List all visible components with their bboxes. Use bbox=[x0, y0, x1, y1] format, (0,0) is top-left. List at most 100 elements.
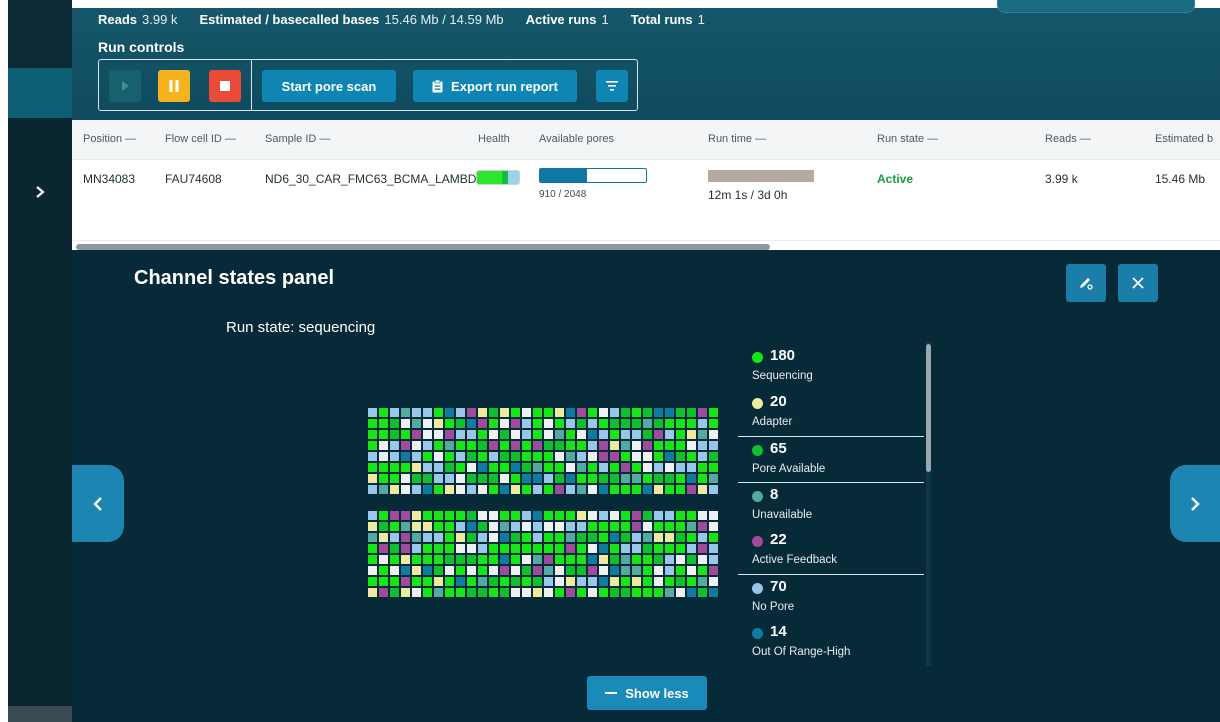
edit-button[interactable] bbox=[1066, 264, 1106, 302]
channel-cell bbox=[676, 511, 685, 520]
channel-grid-top bbox=[368, 408, 720, 501]
filter-button[interactable] bbox=[596, 70, 628, 102]
channel-cell bbox=[412, 522, 421, 531]
channel-cell bbox=[632, 588, 641, 597]
channel-cell bbox=[577, 441, 586, 450]
channel-cell bbox=[566, 511, 575, 520]
channel-cell bbox=[544, 566, 553, 575]
channel-cell bbox=[467, 452, 476, 461]
channel-cell bbox=[687, 408, 696, 417]
close-icon bbox=[1132, 277, 1144, 289]
channel-cell bbox=[511, 474, 520, 483]
channel-cell bbox=[687, 588, 696, 597]
close-button[interactable] bbox=[1118, 264, 1158, 302]
channel-cell bbox=[577, 485, 586, 494]
channel-cell bbox=[643, 577, 652, 586]
channel-cell bbox=[654, 522, 663, 531]
channel-cell bbox=[599, 544, 608, 553]
status-dot-icon bbox=[752, 445, 763, 456]
sidebar-expand-button[interactable] bbox=[26, 178, 54, 206]
sidebar-item-active[interactable] bbox=[8, 68, 72, 118]
channel-cell bbox=[423, 577, 432, 586]
channel-cell bbox=[489, 408, 498, 417]
column-header-run-state[interactable]: Run state — bbox=[877, 133, 938, 145]
chevron-left-icon bbox=[93, 496, 102, 511]
channel-cell bbox=[445, 485, 454, 494]
channel-cell bbox=[445, 577, 454, 586]
export-run-report-button[interactable]: Export run report bbox=[413, 70, 577, 102]
next-button[interactable] bbox=[1170, 465, 1220, 542]
channel-cell bbox=[456, 577, 465, 586]
channel-cell bbox=[632, 544, 641, 553]
channel-cell bbox=[434, 555, 443, 564]
channel-cell bbox=[544, 463, 553, 472]
channel-cell bbox=[643, 485, 652, 494]
channel-cell bbox=[445, 555, 454, 564]
channel-cell bbox=[434, 419, 443, 428]
channel-cell bbox=[709, 408, 718, 417]
channel-cell bbox=[533, 419, 542, 428]
channel-cell bbox=[511, 533, 520, 542]
column-header-estimated[interactable]: Estimated b bbox=[1155, 133, 1213, 145]
header-corner-button[interactable] bbox=[997, 0, 1195, 13]
channel-cell bbox=[533, 577, 542, 586]
channel-cell bbox=[456, 408, 465, 417]
channel-cell bbox=[654, 463, 663, 472]
channel-cell bbox=[566, 452, 575, 461]
channel-cell bbox=[643, 555, 652, 564]
channel-cell bbox=[489, 555, 498, 564]
start-pore-scan-button[interactable]: Start pore scan bbox=[262, 70, 396, 102]
show-less-button[interactable]: Show less bbox=[587, 676, 707, 710]
sidebar-section-main bbox=[8, 118, 72, 706]
channel-cell bbox=[379, 566, 388, 575]
previous-button[interactable] bbox=[72, 465, 124, 542]
channel-cell bbox=[423, 533, 432, 542]
channel-cell bbox=[401, 452, 410, 461]
channel-cell bbox=[588, 555, 597, 564]
channel-cell bbox=[588, 452, 597, 461]
legend-scrollbar[interactable] bbox=[926, 342, 931, 666]
channel-cell bbox=[599, 408, 608, 417]
channel-cell bbox=[401, 485, 410, 494]
column-header-run-time[interactable]: Run time — bbox=[708, 133, 766, 145]
channel-cell bbox=[632, 408, 641, 417]
channel-cell bbox=[489, 566, 498, 575]
table-horizontal-scrollbar[interactable] bbox=[72, 240, 1220, 250]
column-header-reads[interactable]: Reads — bbox=[1045, 133, 1091, 145]
channel-cell bbox=[544, 485, 553, 494]
run-header: Reads 3.99 k Estimated / basecalled bases… bbox=[72, 0, 1220, 120]
stop-button[interactable] bbox=[209, 70, 241, 102]
channel-cell bbox=[390, 485, 399, 494]
run-time-text: 12m 1s / 3d 0h bbox=[708, 188, 788, 202]
channel-cell bbox=[676, 566, 685, 575]
channel-cell bbox=[412, 588, 421, 597]
play-button[interactable] bbox=[109, 70, 141, 102]
channel-cell bbox=[390, 533, 399, 542]
status-dot-icon bbox=[752, 352, 763, 363]
legend-count: 180 bbox=[770, 347, 796, 364]
channel-cell bbox=[610, 441, 619, 450]
channel-cell bbox=[544, 533, 553, 542]
scrollbar-thumb[interactable] bbox=[926, 344, 931, 472]
channel-cell bbox=[577, 522, 586, 531]
column-header-position[interactable]: Position — bbox=[83, 133, 136, 145]
health-segment bbox=[477, 171, 502, 184]
channel-cell bbox=[610, 577, 619, 586]
channel-cell bbox=[445, 588, 454, 597]
column-header-sample-id[interactable]: Sample ID — bbox=[265, 133, 330, 145]
pause-button[interactable] bbox=[158, 70, 190, 102]
legend-label: Pore Available bbox=[752, 463, 826, 475]
channel-cell bbox=[621, 555, 630, 564]
channel-cell bbox=[555, 408, 564, 417]
legend-count: 20 bbox=[770, 393, 787, 410]
channel-cell bbox=[522, 485, 531, 494]
channel-cell bbox=[687, 463, 696, 472]
column-header-flow-cell-id[interactable]: Flow cell ID — bbox=[165, 133, 236, 145]
channel-cell bbox=[412, 452, 421, 461]
channel-cell bbox=[654, 544, 663, 553]
channel-cell bbox=[555, 544, 564, 553]
channel-cell bbox=[445, 474, 454, 483]
channel-cell bbox=[368, 533, 377, 542]
channel-cell bbox=[390, 511, 399, 520]
channel-cell bbox=[632, 533, 641, 542]
